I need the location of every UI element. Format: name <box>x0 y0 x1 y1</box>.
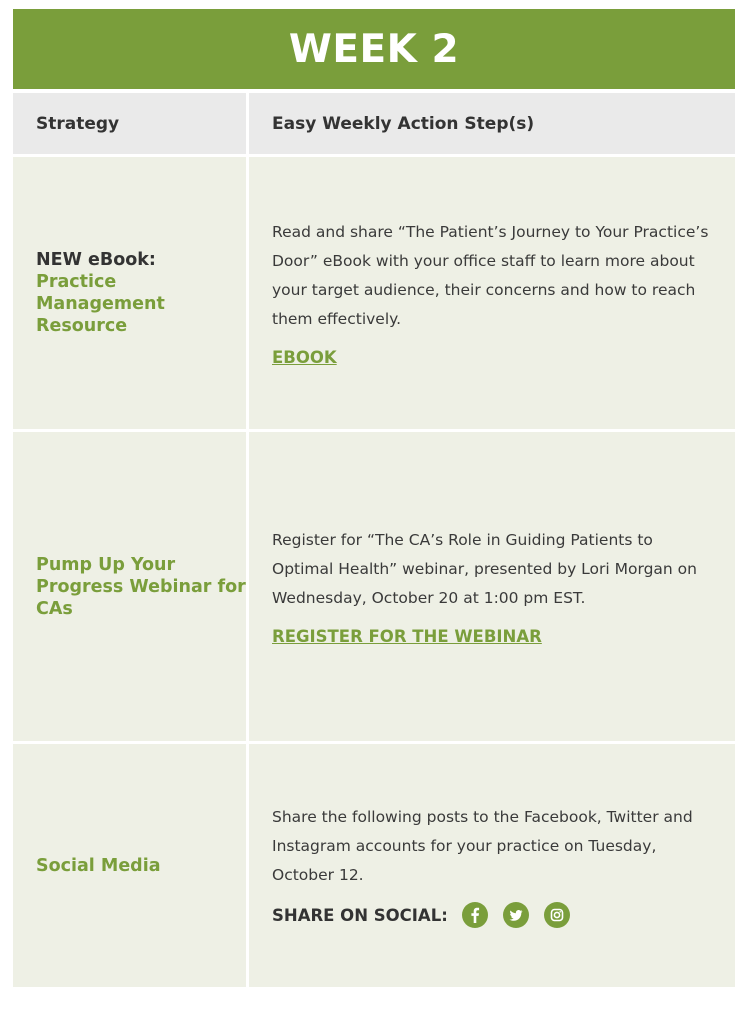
strategy-title: Practice Management Resource <box>36 272 165 336</box>
strategy-table: Strategy Easy Weekly Action Step(s) NEW … <box>13 93 735 987</box>
action-description: Read and share “The Patient’s Journey to… <box>272 223 709 328</box>
strategy-cell: NEW eBook: Practice Management Resource <box>13 157 246 429</box>
action-description: Share the following posts to the Faceboo… <box>272 808 693 884</box>
twitter-icon[interactable] <box>502 902 529 928</box>
ebook-link[interactable]: EBOOK <box>272 348 337 367</box>
strategy-title: Social Media <box>36 855 161 876</box>
instagram-icon[interactable] <box>543 902 570 928</box>
table-row: Social Media Share the following posts t… <box>13 744 735 987</box>
table-row: NEW eBook: Practice Management Resource … <box>13 157 735 429</box>
strategy-prefix: NEW eBook: <box>36 250 156 270</box>
register-webinar-link[interactable]: REGISTER FOR THE WEBINAR <box>272 627 542 646</box>
action-cell: Read and share “The Patient’s Journey to… <box>249 157 735 429</box>
action-cell: Share the following posts to the Faceboo… <box>249 744 735 987</box>
strategy-name: NEW eBook: Practice Management Resource <box>36 249 246 337</box>
header-cell-strategy: Strategy <box>13 93 246 154</box>
facebook-icon[interactable] <box>461 902 488 928</box>
table-header-row: Strategy Easy Weekly Action Step(s) <box>13 93 735 154</box>
action-cell: Register for “The CA’s Role in Guiding P… <box>249 432 735 741</box>
header-cell-action: Easy Weekly Action Step(s) <box>249 93 735 154</box>
share-on-social: SHARE ON SOCIAL: <box>272 902 715 928</box>
strategy-cell: Social Media <box>13 744 246 987</box>
page: WEEK 2 Strategy Easy Weekly Action Step(… <box>0 0 735 1011</box>
column-header-strategy: Strategy <box>36 113 120 134</box>
strategy-cell: Pump Up Your Progress Webinar for CAs <box>13 432 246 741</box>
column-header-action: Easy Weekly Action Step(s) <box>272 113 535 134</box>
week-title: WEEK 2 <box>288 26 460 72</box>
action-description: Register for “The CA’s Role in Guiding P… <box>272 531 697 607</box>
share-on-social-label: SHARE ON SOCIAL: <box>272 905 448 925</box>
strategy-title: Pump Up Your Progress Webinar for CAs <box>36 554 246 619</box>
week-header: WEEK 2 <box>13 9 735 89</box>
table-row: Pump Up Your Progress Webinar for CAs Re… <box>13 432 735 741</box>
